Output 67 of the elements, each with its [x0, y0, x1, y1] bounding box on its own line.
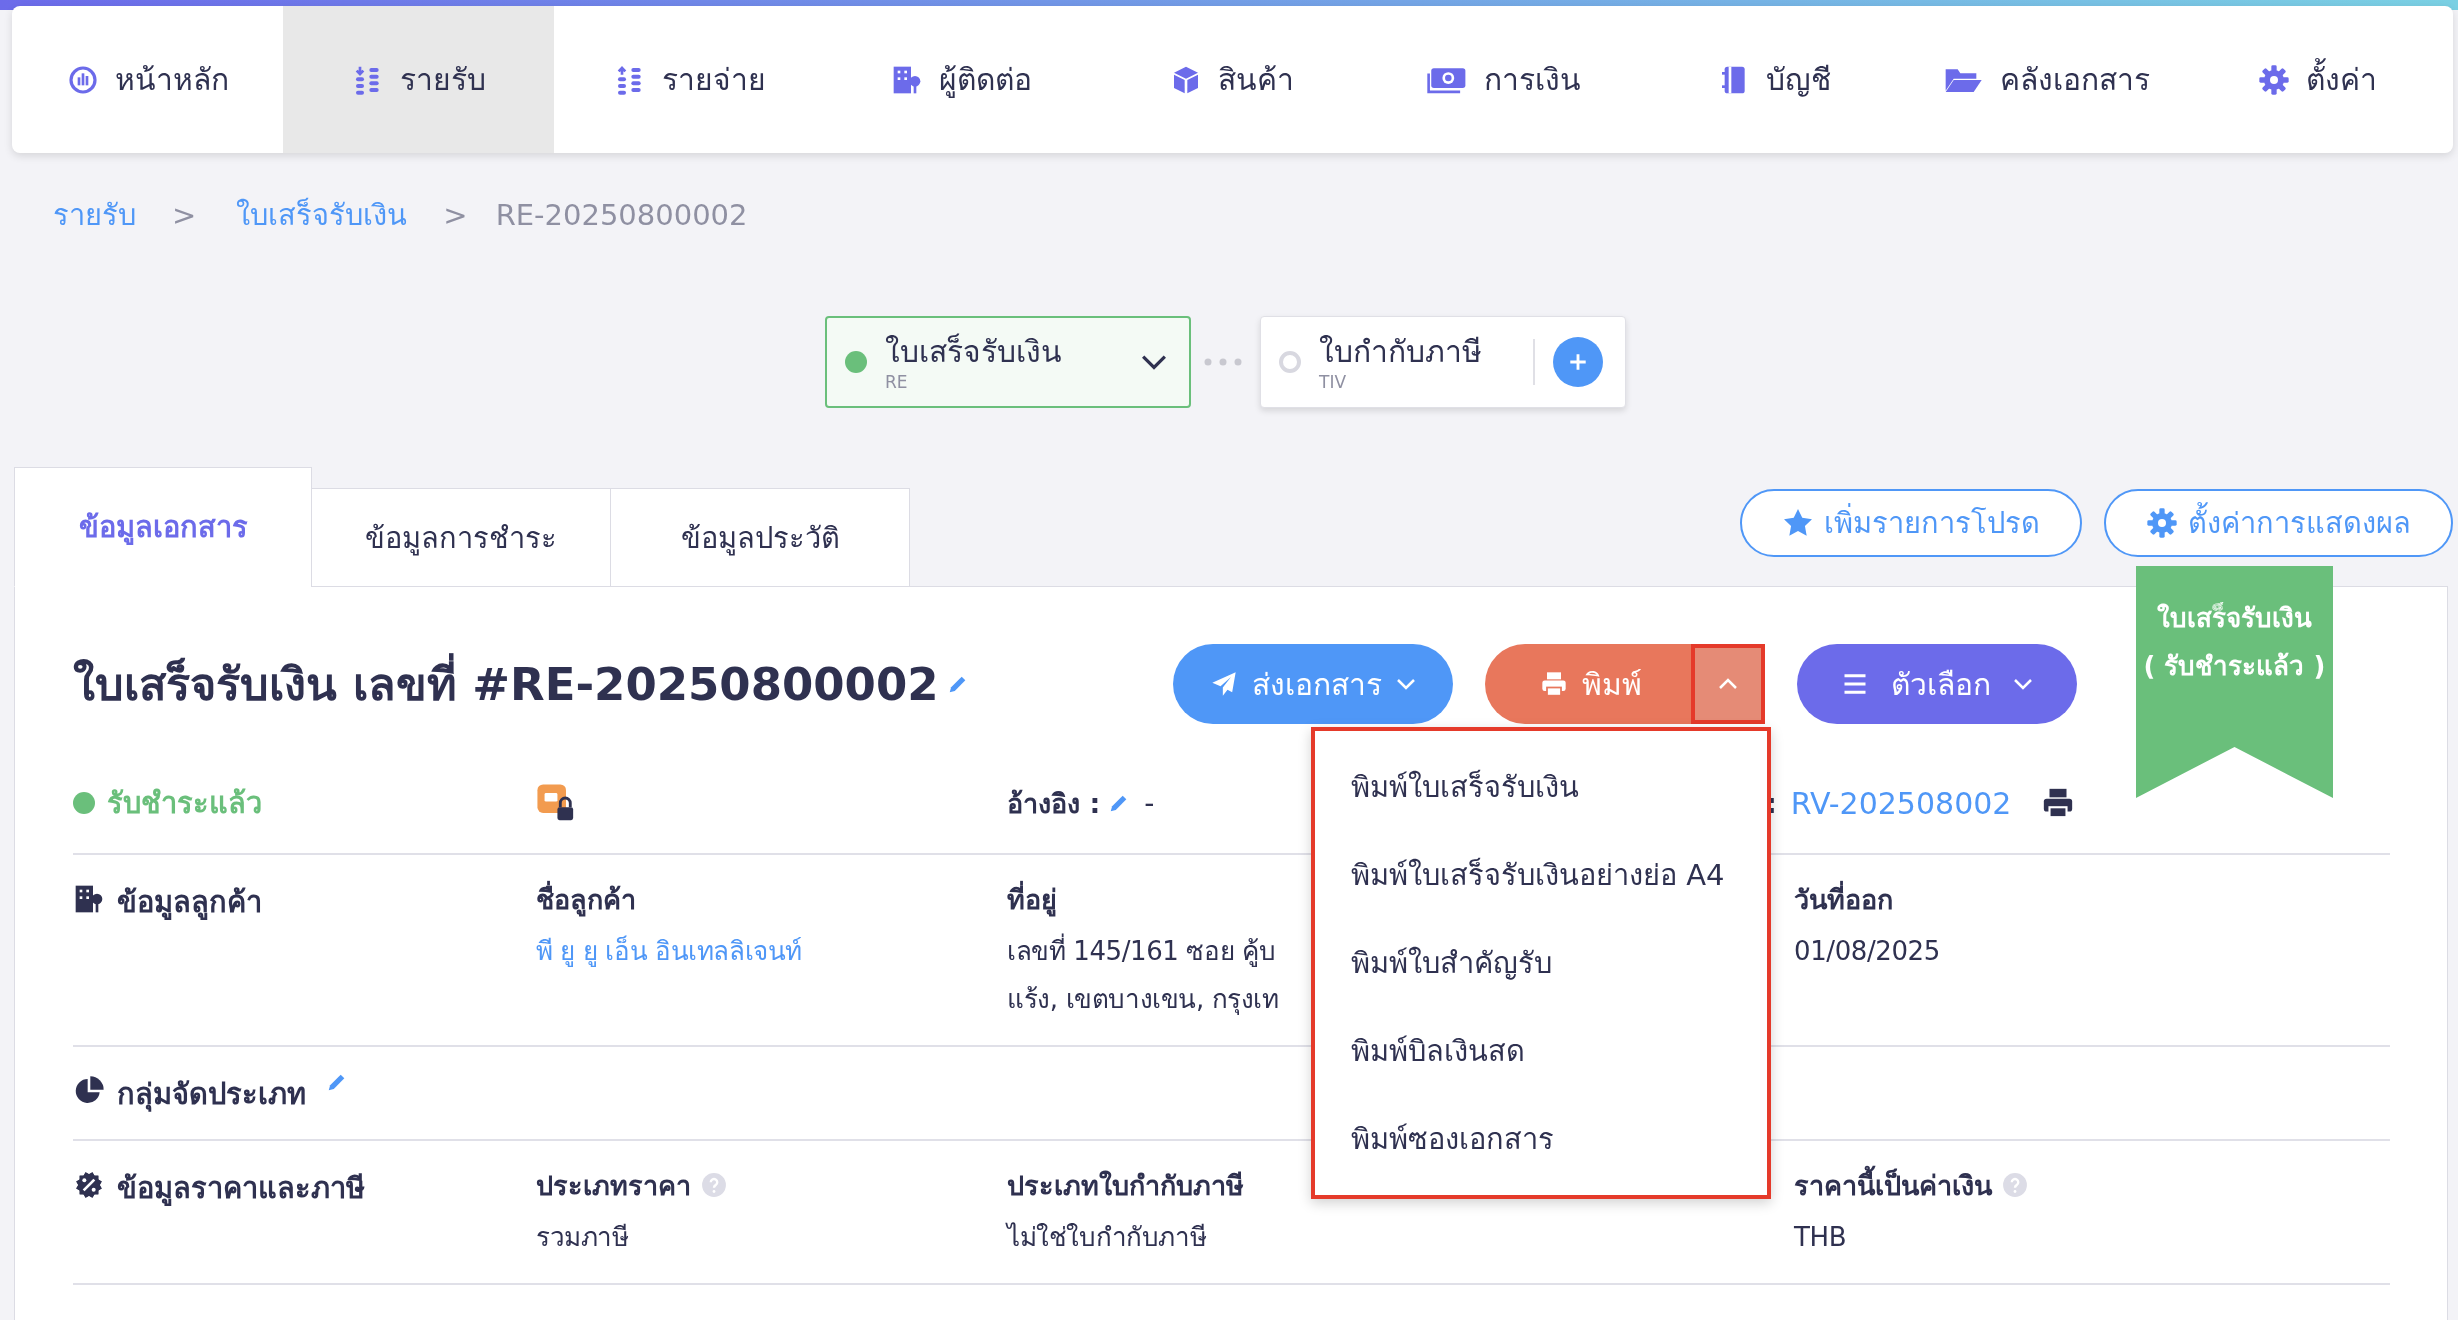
menu-item[interactable]: พิมพ์ซองเอกสาร [1315, 1095, 1767, 1183]
nav-item[interactable]: คลังเอกสาร [1910, 6, 2182, 153]
field-label: ประเภทใบกำกับภาษี [1007, 1168, 1244, 1203]
nav-item[interactable]: หน้าหลัก [12, 6, 284, 153]
field-value: ไม่ใช่ใบกำกับภาษี [1007, 1221, 1207, 1254]
field-value: แร้ง, เขตบางเขน, กรุงเท [1007, 983, 1279, 1017]
document-type-title: ใบเสร็จรับเงิน [885, 332, 1063, 371]
document-type-title: ใบกำกับภาษี [1319, 333, 1483, 371]
field-value: THB [1794, 1221, 1847, 1254]
nav-item[interactable]: การเงิน [1368, 6, 1640, 153]
building-icon [73, 883, 105, 915]
nav-item[interactable]: ผู้ติดต่อ [825, 6, 1097, 153]
payment-status: รับชำระแล้ว [107, 785, 262, 822]
tab[interactable]: ข้อมูลเอกสาร [14, 467, 312, 587]
menu-item[interactable]: พิมพ์บิลเงินสด [1315, 1007, 1767, 1095]
connector-dots-icon [1203, 357, 1243, 367]
field-label: ประเภทราคา [536, 1168, 691, 1203]
reference-label: อ้างอิง : [1007, 786, 1101, 821]
document-flow-card[interactable]: ใบกำกับภาษี TIV [1260, 316, 1626, 408]
section-title: กลุ่มจัดประเภท [117, 1076, 306, 1114]
field-value: 01/08/2025 [1794, 935, 1940, 968]
document-title: ใบเสร็จรับเงิน เลขที่ #RE-20250800002 [73, 648, 939, 720]
add-button[interactable] [1553, 337, 1603, 387]
tab[interactable]: ข้อมูลประวัติ [610, 488, 910, 587]
gauge-icon [66, 63, 99, 96]
section-title: ข้อมูลราคาและภาษี [117, 1170, 365, 1208]
printer-icon [1540, 670, 1568, 698]
menu-item[interactable]: พิมพ์ใบสำคัญรับ [1315, 919, 1767, 1007]
document-code: RE [885, 372, 909, 392]
breadcrumb-current: RE-20250800002 [495, 198, 748, 232]
reference-value: - [1144, 786, 1155, 820]
field-value: รวมภาษี [536, 1221, 629, 1254]
field-label: ชื่อลูกค้า [536, 880, 636, 919]
status-ring-icon [1279, 351, 1301, 373]
field-label: วันที่ออก [1794, 880, 1893, 917]
menu-item[interactable]: พิมพ์ใบเสร็จรับเงิน [1315, 743, 1767, 831]
nav-item[interactable]: รายรับ [283, 6, 555, 153]
field-label: ราคานี้เป็นค่าเงิน [1794, 1163, 1992, 1207]
ribbon-text: ใบเสร็จรับเงิน [2157, 601, 2312, 635]
nav-item[interactable]: บัญชี [1639, 6, 1911, 153]
star-icon [1782, 507, 1814, 539]
settings-icon [2257, 63, 2290, 96]
breadcrumb-separator: > [172, 198, 197, 232]
status-dot-icon [845, 351, 867, 373]
status-dot-icon [73, 792, 95, 814]
settings-icon [2146, 507, 2178, 539]
dropdown-toggle-button[interactable] [1691, 644, 1765, 724]
field-label: ที่อยู่ [1007, 880, 1057, 919]
ribbon-text: ( รับชำระแล้ว ) [2143, 650, 2326, 683]
caret-down-icon [1396, 678, 1416, 690]
caret-down-icon [2013, 678, 2033, 690]
field-value: เลขที่ 145/161 ซอย คู้บ [1007, 927, 1276, 975]
nav-item[interactable]: สินค้า [1096, 6, 1369, 153]
nav-item[interactable]: รายจ่าย [554, 6, 826, 153]
percent-badge-icon [73, 1169, 105, 1201]
options-button[interactable]: ตัวเลือก [1797, 644, 2077, 724]
tab[interactable]: ข้อมูลการชำระ [311, 488, 611, 587]
breadcrumb-separator: > [443, 198, 468, 232]
paper-plane-icon [1210, 670, 1238, 698]
section-title: ข้อมูลลูกค้า [117, 884, 262, 922]
plus-icon [1567, 351, 1589, 373]
caret-up-icon [1718, 678, 1738, 690]
chevron-down-icon[interactable] [1141, 354, 1167, 370]
nav-item[interactable]: ตั้งค่า [2181, 6, 2453, 153]
document-flow-card[interactable]: ใบเสร็จรับเงิน RE [825, 316, 1191, 408]
menu-item[interactable]: พิมพ์ใบเสร็จรับเงินอย่างย่อ A4 [1315, 831, 1767, 919]
document-code: TIV [1319, 372, 1348, 392]
